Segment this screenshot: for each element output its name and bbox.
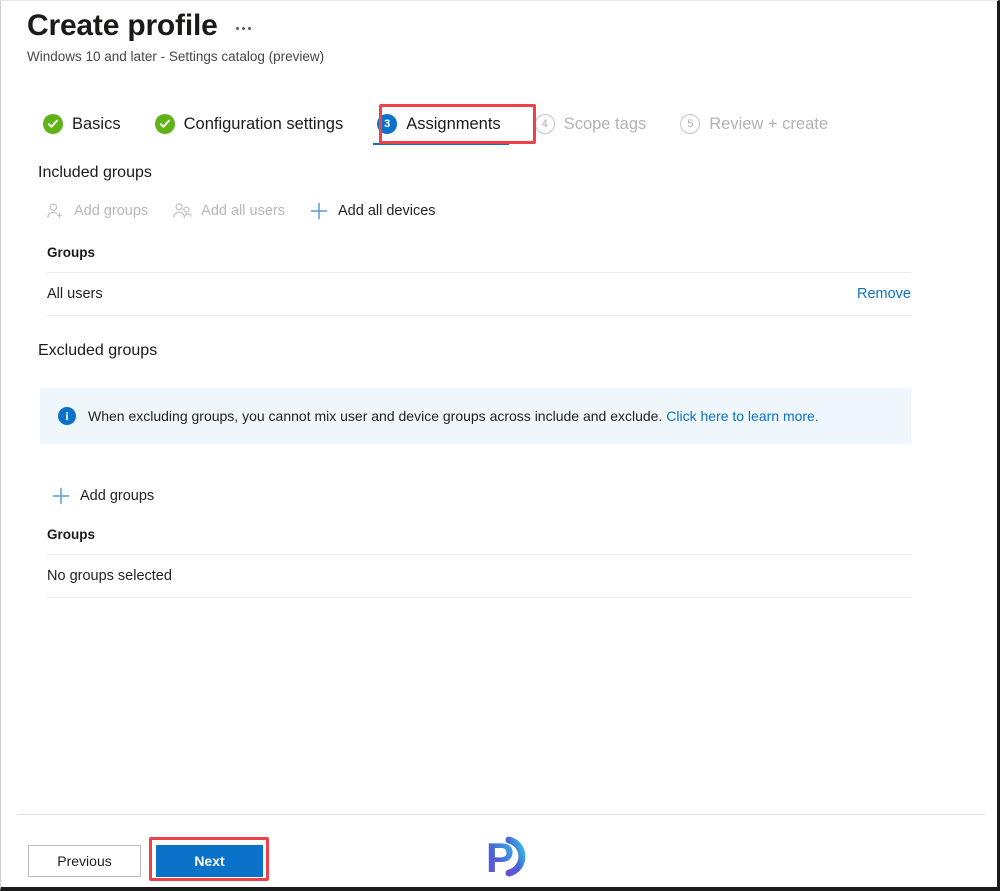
- info-icon: i: [58, 407, 76, 425]
- page-header: Create profile Windows 10 and later - Se…: [27, 7, 324, 67]
- learn-more-link[interactable]: Click here to learn more.: [666, 408, 819, 424]
- watermark-logo: P: [479, 830, 531, 882]
- footer-divider: [17, 814, 985, 815]
- check-circle-icon: [154, 114, 175, 134]
- step-review-create[interactable]: 5 Review + create: [674, 109, 838, 141]
- included-groups-table: Groups All users Remove: [47, 243, 911, 316]
- excluded-groups-table: Groups No groups selected: [47, 525, 911, 598]
- previous-button[interactable]: Previous: [28, 845, 141, 877]
- wizard-step-nav: Basics Configuration settings 3 Assignme…: [37, 105, 856, 145]
- number-circle-outline-icon: 4: [534, 114, 555, 134]
- create-profile-page: Create profile Windows 10 and later - Se…: [0, 0, 1000, 891]
- step-label: Scope tags: [563, 115, 647, 133]
- add-groups-button-included[interactable]: Add groups: [41, 197, 158, 225]
- exclusion-info-banner: i When excluding groups, you cannot mix …: [40, 388, 911, 444]
- included-groups-heading: Included groups: [38, 164, 152, 181]
- remove-link[interactable]: Remove: [857, 284, 911, 304]
- users-icon: [172, 201, 192, 221]
- step-assignments[interactable]: 3 Assignments: [371, 109, 510, 145]
- step-basics[interactable]: Basics: [37, 109, 131, 141]
- step-label: Configuration settings: [183, 115, 344, 133]
- empty-state-text: No groups selected: [47, 568, 172, 584]
- number-circle-outline-icon: 5: [680, 114, 701, 134]
- step-scope-tags[interactable]: 4 Scope tags: [529, 109, 657, 141]
- check-circle-icon: [43, 114, 63, 134]
- plus-icon: [309, 201, 329, 221]
- page-subtitle: Windows 10 and later - Settings catalog …: [27, 49, 325, 64]
- step-label: Basics: [72, 115, 121, 133]
- group-name-cell: All users: [47, 286, 103, 302]
- command-label: Add all devices: [338, 203, 436, 219]
- number-circle-icon: 3: [377, 114, 398, 134]
- info-banner-message: When excluding groups, you cannot mix us…: [88, 408, 663, 424]
- step-number: 4: [534, 114, 555, 134]
- add-all-users-button[interactable]: Add all users: [168, 197, 295, 225]
- title-row: Create profile: [27, 7, 324, 45]
- excluded-groups-toolbar: Add groups: [47, 482, 174, 510]
- step-label: Review + create: [709, 115, 829, 133]
- table-column-header-groups: Groups: [47, 525, 911, 555]
- overflow-menu-icon[interactable]: [232, 13, 255, 39]
- table-column-header-groups: Groups: [47, 243, 911, 273]
- included-groups-toolbar: Add groups Add all users Add all devices: [41, 197, 456, 225]
- command-label: Add all users: [201, 203, 285, 219]
- excluded-groups-heading: Excluded groups: [38, 342, 158, 359]
- step-number: 5: [680, 114, 701, 134]
- table-row-empty: No groups selected: [47, 555, 911, 598]
- add-user-icon: [45, 201, 65, 221]
- command-label: Add groups: [80, 488, 155, 504]
- ellipsis-dot: [247, 27, 251, 30]
- plus-icon: [51, 486, 71, 506]
- next-button[interactable]: Next: [156, 845, 263, 877]
- command-label: Add groups: [74, 203, 149, 219]
- ellipsis-dot: [241, 27, 245, 30]
- step-label: Assignments: [406, 115, 501, 133]
- add-groups-button-excluded[interactable]: Add groups: [47, 482, 164, 510]
- info-banner-text: When excluding groups, you cannot mix us…: [88, 406, 819, 426]
- add-all-devices-button[interactable]: Add all devices: [305, 197, 446, 225]
- step-configuration-settings[interactable]: Configuration settings: [149, 109, 354, 141]
- table-row: All users Remove: [47, 273, 911, 316]
- ellipsis-dot: [235, 27, 239, 30]
- step-number: 3: [377, 114, 398, 134]
- page-title: Create profile: [27, 9, 218, 42]
